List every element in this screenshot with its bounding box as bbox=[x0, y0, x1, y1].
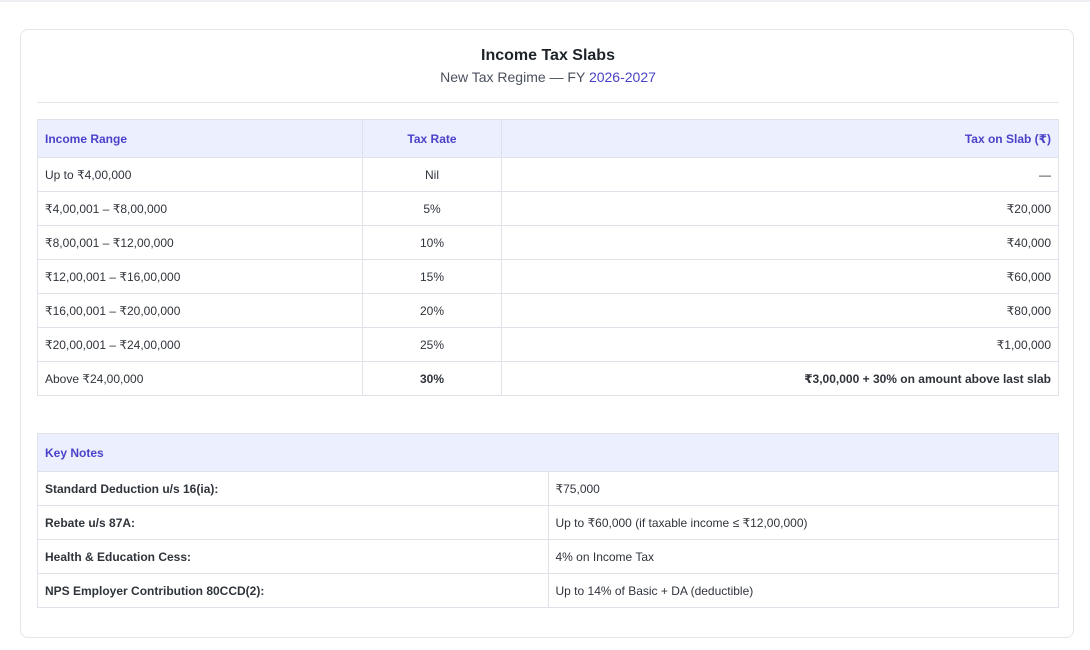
key-notes-header-row: Key Notes bbox=[37, 433, 1059, 472]
tax-rate-cell: 25% bbox=[362, 327, 502, 362]
table-row: ₹4,00,001 – ₹8,00,000 5% ₹20,000 bbox=[37, 191, 1059, 226]
tax-rate-cell: 5% bbox=[362, 191, 502, 226]
list-item: Rebate u/s 87A: Up to ₹60,000 (if taxabl… bbox=[37, 505, 1059, 540]
column-header-income-range: Income Range bbox=[37, 119, 363, 158]
income-range-cell: Up to ₹4,00,000 bbox=[37, 157, 363, 192]
top-divider bbox=[0, 0, 1090, 2]
slab-table-header-row: Income Range Tax Rate Tax on Slab (₹) bbox=[37, 119, 1059, 158]
income-range-cell: ₹12,00,001 – ₹16,00,000 bbox=[37, 259, 363, 294]
note-value: Up to ₹60,000 (if taxable income ≤ ₹12,0… bbox=[547, 505, 1059, 540]
table-row: ₹8,00,001 – ₹12,00,000 10% ₹40,000 bbox=[37, 225, 1059, 260]
column-header-tax-rate: Tax Rate bbox=[362, 119, 502, 158]
table-row: ₹20,00,001 – ₹24,00,000 25% ₹1,00,000 bbox=[37, 327, 1059, 362]
page-subtitle: New Tax Regime — FY 2026-2027 bbox=[37, 67, 1059, 87]
note-label: NPS Employer Contribution 80CCD(2): bbox=[37, 573, 549, 608]
income-range-cell: ₹20,00,001 – ₹24,00,000 bbox=[37, 327, 363, 362]
tax-on-slab-cell: ₹1,00,000 bbox=[501, 327, 1059, 362]
tax-rate-cell: Nil bbox=[362, 157, 502, 192]
income-range-cell: ₹8,00,001 – ₹12,00,000 bbox=[37, 225, 363, 260]
tax-on-slab-cell: ₹60,000 bbox=[501, 259, 1059, 294]
tax-on-slab-cell: ₹40,000 bbox=[501, 225, 1059, 260]
note-label: Health & Education Cess: bbox=[37, 539, 549, 574]
table-row: Up to ₹4,00,000 Nil — bbox=[37, 157, 1059, 192]
tax-rate-cell: 15% bbox=[362, 259, 502, 294]
card-header: Income Tax Slabs New Tax Regime — FY 202… bbox=[37, 30, 1059, 103]
tax-rate-cell-highlight: 30% bbox=[362, 361, 502, 396]
tax-slab-card: Income Tax Slabs New Tax Regime — FY 202… bbox=[20, 29, 1074, 638]
table-row-highest-slab: Above ₹24,00,000 30% ₹3,00,000 + 30% on … bbox=[37, 361, 1059, 396]
tax-rate-cell: 20% bbox=[362, 293, 502, 328]
list-item: Health & Education Cess: 4% on Income Ta… bbox=[37, 539, 1059, 574]
income-range-cell: ₹4,00,001 – ₹8,00,000 bbox=[37, 191, 363, 226]
column-header-tax-on-slab: Tax on Slab (₹) bbox=[501, 119, 1059, 158]
list-item: Standard Deduction u/s 16(ia): ₹75,000 bbox=[37, 471, 1059, 506]
tax-on-slab-cell: ₹20,000 bbox=[501, 191, 1059, 226]
note-label: Standard Deduction u/s 16(ia): bbox=[37, 471, 549, 506]
table-row: ₹16,00,001 – ₹20,00,000 20% ₹80,000 bbox=[37, 293, 1059, 328]
tax-slab-table: Income Range Tax Rate Tax on Slab (₹) Up… bbox=[37, 119, 1059, 396]
income-range-cell: ₹16,00,001 – ₹20,00,000 bbox=[37, 293, 363, 328]
tax-on-slab-cell-highlight: ₹3,00,000 + 30% on amount above last sla… bbox=[501, 361, 1059, 396]
income-range-cell: Above ₹24,00,000 bbox=[37, 361, 363, 396]
note-value: 4% on Income Tax bbox=[547, 539, 1059, 574]
tax-on-slab-cell: ₹80,000 bbox=[501, 293, 1059, 328]
note-value: Up to 14% of Basic + DA (deductible) bbox=[547, 573, 1059, 608]
list-item: NPS Employer Contribution 80CCD(2): Up t… bbox=[37, 573, 1059, 608]
note-label: Rebate u/s 87A: bbox=[37, 505, 549, 540]
table-row: ₹12,00,001 – ₹16,00,000 15% ₹60,000 bbox=[37, 259, 1059, 294]
page-title: Income Tax Slabs bbox=[481, 47, 615, 64]
tax-on-slab-cell: — bbox=[501, 157, 1059, 192]
tax-rate-cell: 10% bbox=[362, 225, 502, 260]
subtitle-prefix: New Tax Regime — FY bbox=[440, 69, 589, 85]
note-value: ₹75,000 bbox=[547, 471, 1059, 506]
key-notes-table: Key Notes Standard Deduction u/s 16(ia):… bbox=[37, 433, 1059, 608]
fiscal-year: 2026-2027 bbox=[588, 69, 656, 85]
key-notes-heading: Key Notes bbox=[37, 433, 1059, 472]
